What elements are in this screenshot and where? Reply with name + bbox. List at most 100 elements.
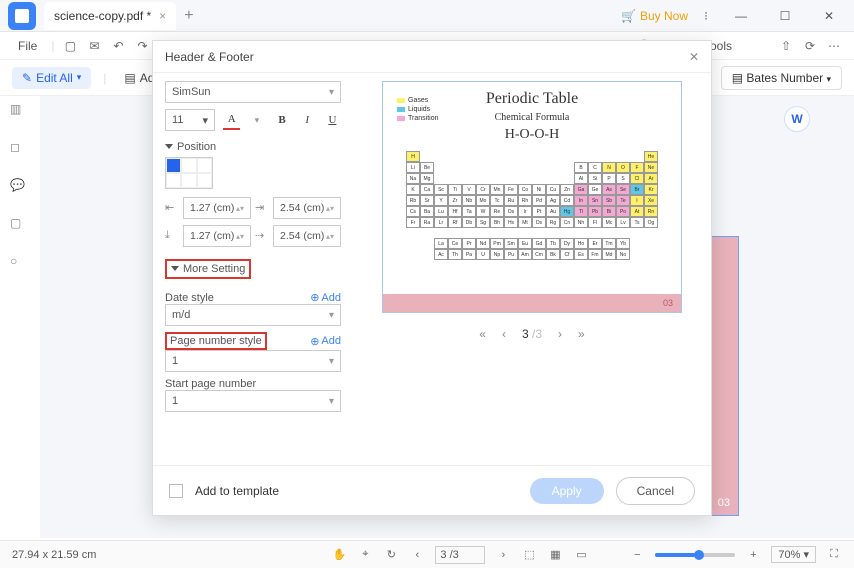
italic-button[interactable]: I [299,110,316,130]
chevron-down-icon: ▾ [203,114,209,127]
fit-width-icon[interactable]: ⬚ [521,547,537,563]
dialog-preview-panel: Gases Liquids Transition Periodic Table … [353,73,711,465]
document-tab[interactable]: science-copy.pdf * × [44,2,176,30]
thumbnails-icon[interactable]: ▥ [10,102,30,122]
font-size-select[interactable]: 11 ▾ [165,109,215,131]
save-icon[interactable]: ▢ [62,38,78,54]
pager-last-button[interactable]: » [578,327,585,341]
left-sidebar: ▥ ◻ 💬 ▢ ○ [0,96,40,538]
margin-left-icon: ⇤ [165,201,179,215]
dialog-footer: Add to template Apply Cancel [153,465,711,515]
add-date-button[interactable]: ⊕Add [310,291,341,304]
cloud-icon[interactable]: ⟳ [802,38,818,54]
page-input-value: 3 /3 [440,549,458,561]
undo-icon[interactable]: ↶ [110,38,126,54]
margin-top-input[interactable]: 1.27 (cm)▴▾ [183,225,251,247]
next-page-icon[interactable]: › [495,547,511,563]
overflow-icon[interactable]: ⋯ [826,38,842,54]
font-color-button[interactable]: A [223,110,240,130]
pager-current: 3 [522,327,529,341]
margin-bottom-value: 2.54 (cm) [280,230,324,242]
preview-formula: H-O-O-H [505,127,559,143]
page-number-style-select[interactable]: 1▾ [165,350,341,372]
start-page-select[interactable]: 1▾ [165,390,341,412]
add-page-number-label: Add [321,335,341,347]
margin-bottom-input[interactable]: 2.54 (cm)▴▾ [273,225,341,247]
preview-legend: Gases Liquids Transition [397,96,438,123]
preview-page: Gases Liquids Transition Periodic Table … [382,81,682,313]
margin-right-value: 2.54 (cm) [280,202,324,214]
preview-subtitle: Chemical Formula [495,112,570,123]
fit-page-icon[interactable]: ▦ [547,547,563,563]
page-number-style-section: Page number style [165,332,267,350]
buy-now-link[interactable]: 🛒 Buy Now [621,9,688,23]
page-input[interactable]: 3 /3 [435,546,485,564]
chevron-down-icon[interactable]: ▾ [248,110,265,130]
single-page-icon[interactable]: ▭ [573,547,589,563]
margin-left-input[interactable]: 1.27 (cm)▴▾ [183,197,251,219]
cancel-button[interactable]: Cancel [616,477,695,505]
mail-icon[interactable]: ✉ [86,38,102,54]
preview-footer: 03 [383,294,681,312]
titlebar: science-copy.pdf * × + 🛒 Buy Now ⁝ — ☐ ✕ [0,0,854,32]
position-label: Position [177,141,216,153]
pager-first-button[interactable]: « [479,327,486,341]
chevron-down-icon: ▾ [329,396,334,407]
margin-right-input[interactable]: 2.54 (cm)▴▾ [273,197,341,219]
date-style-select[interactable]: m/d ▾ [165,304,341,326]
pager-next-button[interactable]: › [558,327,562,341]
cancel-label: Cancel [637,484,674,498]
comment-icon[interactable]: 💬 [10,178,30,198]
close-tab-icon[interactable]: × [159,9,166,23]
margin-left-value: 1.27 (cm) [190,202,234,214]
search-side-icon[interactable]: ○ [10,254,30,274]
menu-dots-icon[interactable]: ⁝ [698,8,714,24]
close-window-button[interactable]: ✕ [812,3,846,29]
chevron-down-icon: ▾ [329,356,334,367]
minimize-button[interactable]: — [724,3,758,29]
chevron-down-icon: ▾ [329,310,334,321]
redo-icon[interactable]: ↷ [134,38,150,54]
font-family-select[interactable]: SimSun ▾ [165,81,341,103]
add-page-number-button[interactable]: ⊕Add [310,335,341,348]
share-icon[interactable]: ⇧ [778,38,794,54]
maximize-button[interactable]: ☐ [768,3,802,29]
new-tab-button[interactable]: + [184,7,193,25]
zoom-out-icon[interactable]: − [629,547,645,563]
plus-icon: ⊕ [310,291,319,304]
chevron-down-icon: ▾ [826,74,831,84]
date-style-value: m/d [172,309,190,321]
font-family-value: SimSun [172,86,211,98]
zoom-slider[interactable] [655,553,735,557]
position-grid[interactable] [165,157,213,189]
word-badge-icon[interactable]: W [784,106,810,132]
prev-page-icon[interactable]: ‹ [409,547,425,563]
more-setting-section[interactable]: More Setting [165,259,251,279]
font-size-value: 11 [172,114,183,126]
bookmark-icon[interactable]: ◻ [10,140,30,160]
apply-label: Apply [552,484,582,498]
zoom-select[interactable]: 70% ▾ [771,546,816,563]
bates-number-button[interactable]: ▤ Bates Number ▾ [721,66,842,90]
more-setting-label: More Setting [183,263,245,275]
underline-button[interactable]: U [324,110,341,130]
number-icon: ▤ [732,71,747,85]
bold-button[interactable]: B [273,110,290,130]
dialog-close-button[interactable]: ✕ [689,50,699,64]
edit-all-label: Edit All [36,71,73,85]
preview-pager: « ‹ 3 /3 › » [479,327,584,341]
edit-all-button[interactable]: ✎ Edit All ▾ [12,67,91,89]
zoom-in-icon[interactable]: + [745,547,761,563]
file-menu[interactable]: File [12,37,43,55]
fullscreen-icon[interactable]: ⛶ [826,547,842,563]
margin-bottom-icon: ⇢ [255,229,269,243]
hand-tool-icon[interactable]: ✋ [331,547,347,563]
dialog-header: Header & Footer ✕ [153,41,711,73]
rotate-icon[interactable]: ↻ [383,547,399,563]
pager-prev-button[interactable]: ‹ [502,327,506,341]
apply-button[interactable]: Apply [530,478,604,504]
add-template-checkbox[interactable] [169,484,183,498]
attachment-icon[interactable]: ▢ [10,216,30,236]
header-footer-dialog: Header & Footer ✕ SimSun ▾ 11 ▾ A ▾ B I … [152,40,712,516]
select-tool-icon[interactable]: ⌖ [357,547,373,563]
